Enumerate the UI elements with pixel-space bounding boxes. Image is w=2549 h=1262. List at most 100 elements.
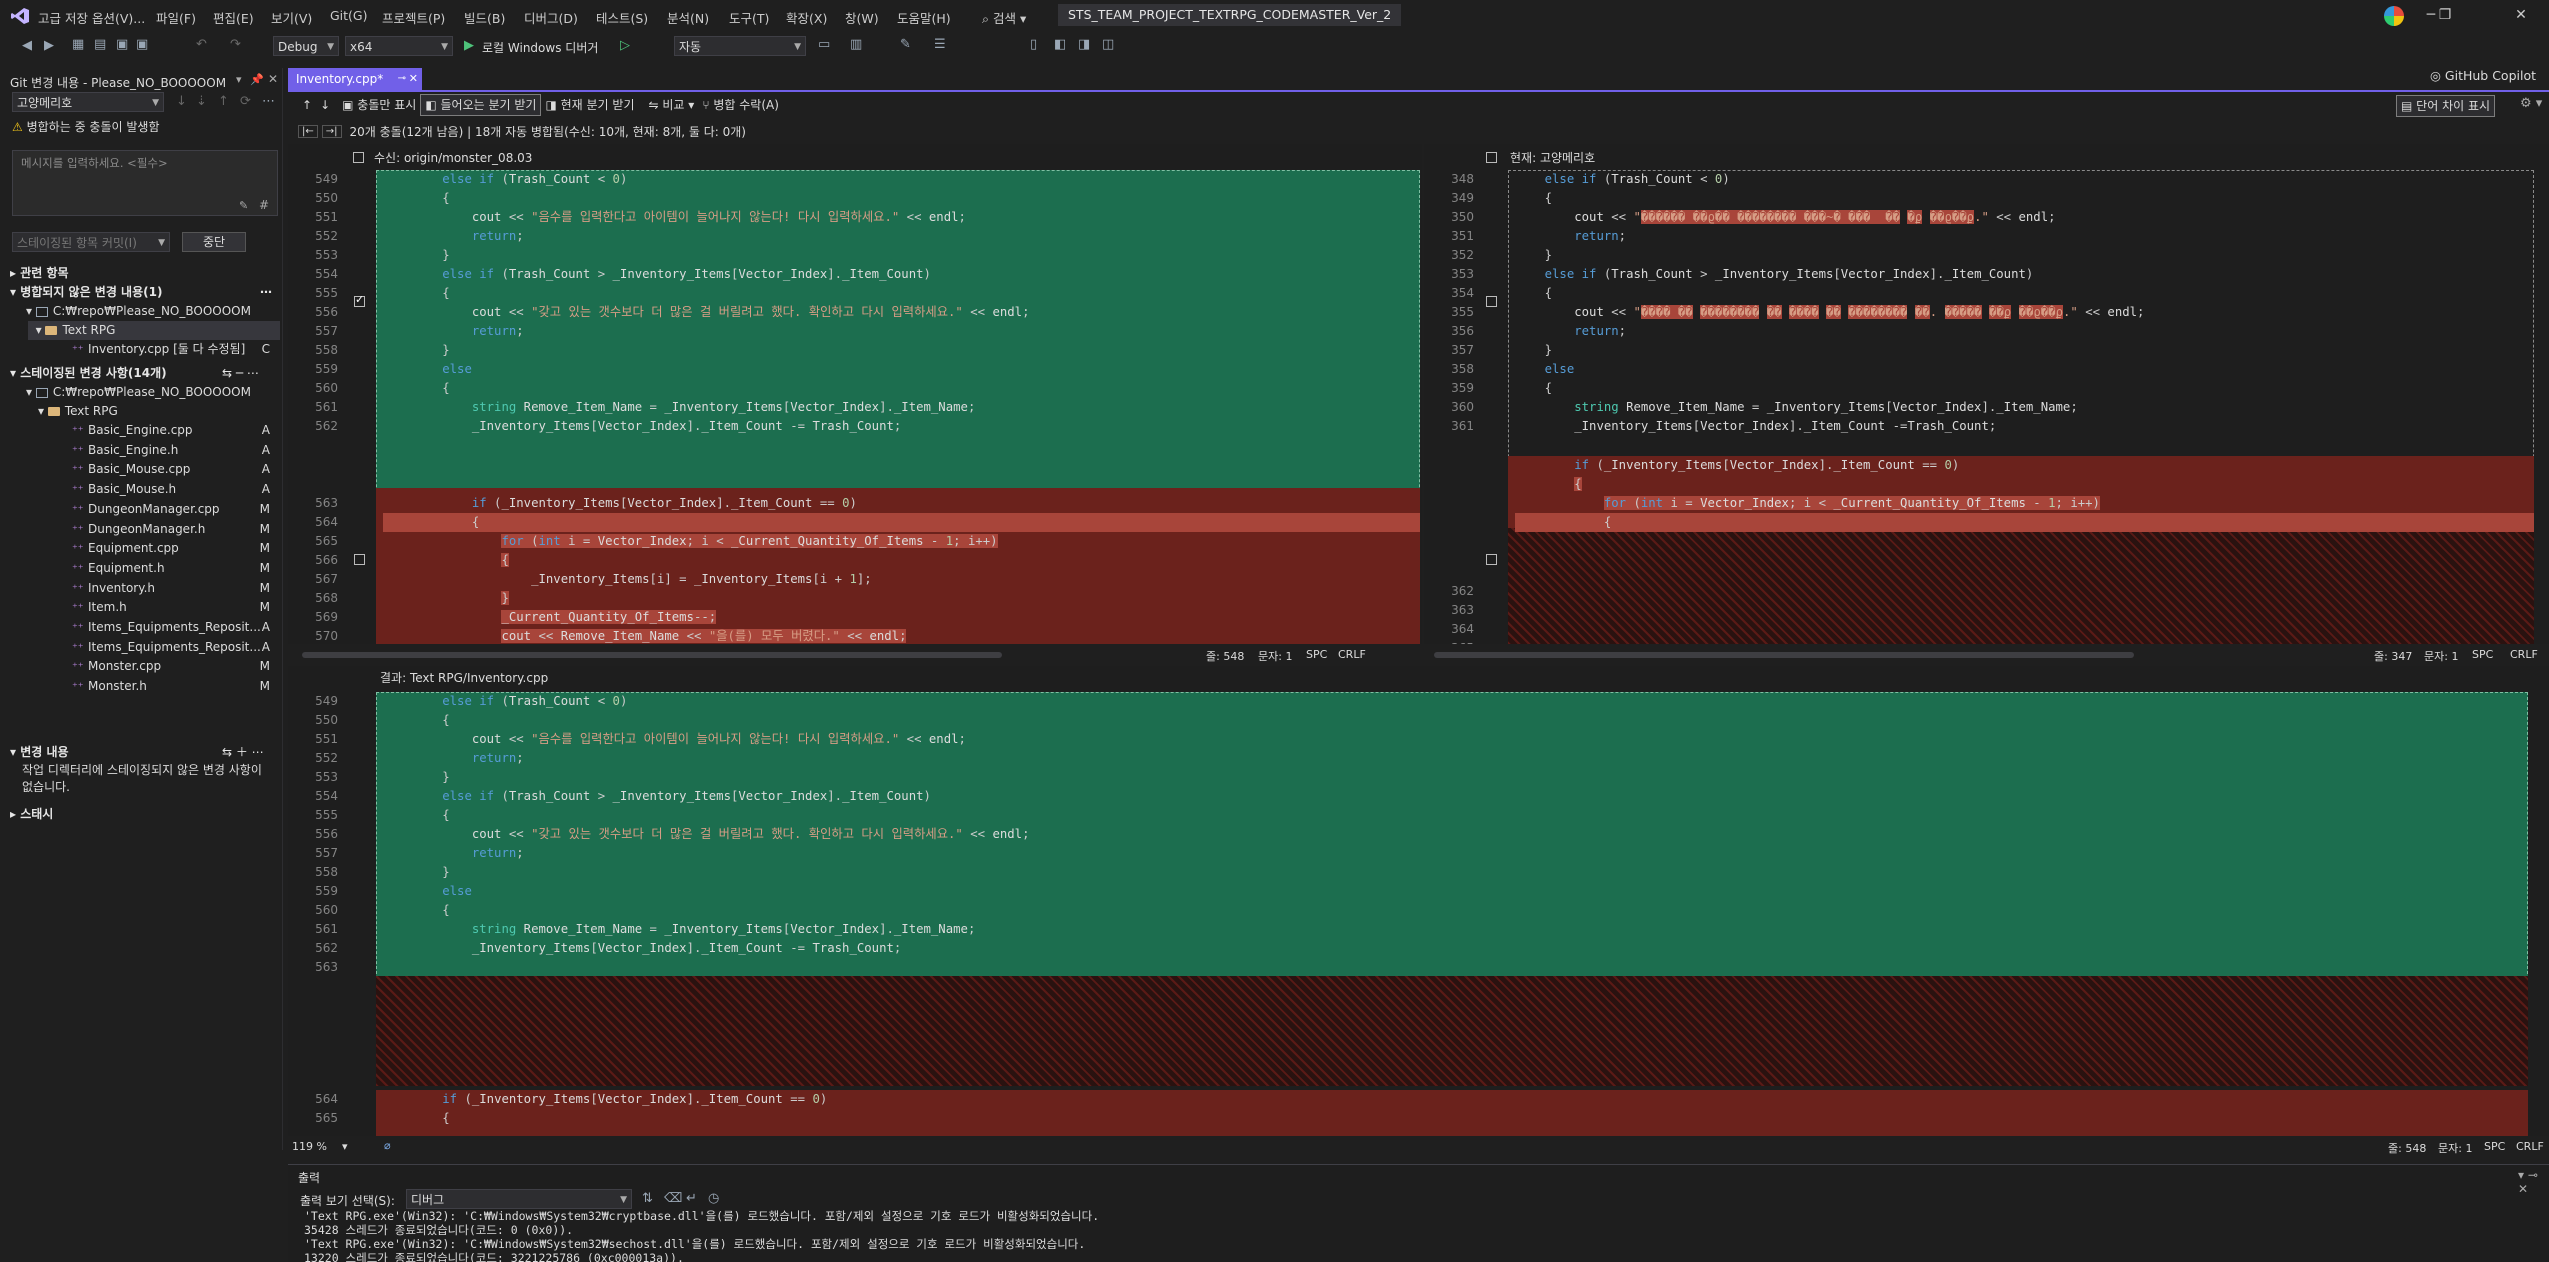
staged-file-item[interactable]: ⁺⁺ Basic_Mouse.cpp A <box>0 460 282 479</box>
commit-staged-button[interactable]: 스테이징된 항목 커밋(I) ▼ <box>12 232 170 252</box>
chevron-down-icon[interactable]: ▾ <box>342 1140 348 1153</box>
undo-icon[interactable]: ↶ <box>196 37 207 52</box>
staged-file-item[interactable]: ⁺⁺ DungeonManager.h M <box>0 520 282 539</box>
tab-inventory-cpp[interactable]: Inventory.cpp* ⊸ ✕ <box>288 68 422 90</box>
find-message-icon[interactable]: ⇅ <box>642 1191 653 1206</box>
navigate-forward-icon[interactable]: ▶ <box>44 38 54 53</box>
push-icon[interactable]: ↑ <box>218 94 229 109</box>
start-debug-icon[interactable]: ▶ <box>464 38 474 53</box>
menu-item-help[interactable]: 도움말(H) <box>897 8 951 27</box>
zoom-level[interactable]: 119 % <box>292 1140 327 1153</box>
show-word-diff-button[interactable]: ▤ 단어 차이 표시 <box>2396 95 2496 117</box>
panel-options-icon[interactable]: ▾ <box>236 73 242 86</box>
menu-item-debug[interactable]: 디버그(D) <box>524 8 578 27</box>
save-all-icon[interactable]: ▣ <box>136 37 148 52</box>
menu-item-tools[interactable]: 도구(T) <box>729 8 769 27</box>
menu-item-git[interactable]: Git(G) <box>330 8 368 23</box>
staged-file-item[interactable]: ⁺⁺ Inventory.h M <box>0 579 282 598</box>
staged-changes-section[interactable]: ▾ 스테이징된 변경 사항(14개) ⇆ ─ ⋯ <box>10 364 292 383</box>
menu-item-extensions[interactable]: 확장(X) <box>786 8 827 27</box>
pin-icon[interactable]: ⊸ <box>398 68 406 90</box>
result-whitespace-indicator[interactable]: SPC <box>2484 1140 2505 1153</box>
take-current-removed-checkbox[interactable] <box>1486 554 1497 565</box>
current-select-all-checkbox[interactable] <box>1486 152 1497 163</box>
previous-conflict-icon[interactable]: ↑ <box>298 95 316 115</box>
unmerged-file-item[interactable]: ⁺⁺ Inventory.cpp [둘 다 수정됨] C <box>0 340 282 359</box>
unmerged-changes-section[interactable]: ▾ 병합되지 않은 변경 내용(1) ⋯ <box>10 283 292 302</box>
staged-file-item[interactable]: ⁺⁺ Basic_Mouse.h A <box>0 480 282 499</box>
menu-item-edit[interactable]: 편집(E) <box>213 8 254 27</box>
menu-item-view[interactable]: 보기(V) <box>271 8 312 27</box>
maximize-icon[interactable]: ❐ <box>2432 4 2458 26</box>
close-panel-icon[interactable]: ✕ <box>268 72 278 86</box>
solution-explorer-icon[interactable]: ▥ <box>850 37 862 52</box>
incoming-select-all-checkbox[interactable] <box>353 152 364 163</box>
collapse-left-icon[interactable]: |← <box>298 124 318 138</box>
branch-select[interactable]: 고양메리호 ▼ <box>12 92 164 112</box>
new-project-icon[interactable]: ▦ <box>72 37 84 52</box>
settings-gear-icon[interactable]: ⚙ ▾ <box>2520 96 2542 111</box>
pull-icon[interactable]: ⇣ <box>196 94 207 109</box>
redo-icon[interactable]: ↷ <box>230 37 241 52</box>
more-options-icon[interactable]: ⋯ <box>262 94 275 109</box>
compare-button[interactable]: ⇋ 비교 ▾ <box>644 95 698 115</box>
result-eol-indicator[interactable]: CRLF <box>2516 1140 2544 1153</box>
current-horizontal-scrollbar[interactable] <box>1434 652 2134 658</box>
timestamp-icon[interactable]: ◷ <box>708 1191 719 1206</box>
health-icon[interactable]: ⌀ <box>384 1139 391 1152</box>
staged-file-item[interactable]: ⁺⁺ Equipment.h M <box>0 559 282 578</box>
stash-section[interactable]: ▸ 스태시 <box>10 805 292 824</box>
sync-icon[interactable]: ⟳ <box>240 94 251 109</box>
menu-item-project[interactable]: 프로젝트(P) <box>382 8 445 27</box>
incoming-whitespace-indicator[interactable]: SPC <box>1306 648 1327 661</box>
staged-repo-node[interactable]: ▾ C:₩repo₩Please_NO_BOOOOOM <box>26 383 308 402</box>
pin-icon[interactable]: 📌 <box>250 73 264 86</box>
hot-reload-icon[interactable]: ✎ <box>900 37 911 52</box>
take-incoming-conflict-checkbox[interactable] <box>354 293 365 307</box>
unstage-all-icon[interactable]: ⇆ ─ ⋯ <box>222 364 259 383</box>
current-whitespace-indicator[interactable]: SPC <box>2472 648 2493 661</box>
menu-item-build[interactable]: 빌드(B) <box>464 8 505 27</box>
more-options-icon[interactable]: ⋯ <box>260 283 272 302</box>
abort-merge-button[interactable]: 중단 <box>182 232 246 252</box>
staged-file-item[interactable]: ⁺⁺ Items_Equipments_Reposit... A <box>0 618 282 637</box>
unmerged-folder-node[interactable]: ▾ Text RPG <box>28 321 280 340</box>
changes-section[interactable]: ▾ 변경 내용 ⇆ ＋ ⋯ <box>10 743 292 762</box>
account-icon[interactable] <box>2384 6 2404 26</box>
menu-item-test[interactable]: 테스트(S) <box>596 8 648 27</box>
accept-merge-button[interactable]: ⑂ 병합 수락(A) <box>698 95 783 115</box>
staged-file-item[interactable]: ⁺⁺ Monster.h M <box>0 677 282 696</box>
staged-file-item[interactable]: ⁺⁺ Item.h M <box>0 598 282 617</box>
close-tab-icon[interactable]: ✕ <box>409 68 418 90</box>
take-current-button[interactable]: ◨ 현재 분기 받기 <box>541 95 638 115</box>
start-without-debug-icon[interactable]: ▷ <box>620 38 630 53</box>
menu-item-window[interactable]: 창(W) <box>845 8 879 27</box>
stage-all-icon[interactable]: ⇆ ＋ ⋯ <box>222 743 264 762</box>
staged-file-item[interactable]: ⁺⁺ DungeonManager.cpp M <box>0 500 282 519</box>
staged-file-item[interactable]: ⁺⁺ Monster.cpp M <box>0 657 282 676</box>
incoming-horizontal-scrollbar[interactable] <box>302 652 1002 658</box>
show-conflicts-only-button[interactable]: ▣ 충돌만 표시 <box>338 95 420 115</box>
clear-all-icon[interactable]: ⌫ <box>664 1191 682 1206</box>
hash-reference-icon[interactable]: # <box>259 198 269 212</box>
close-window-icon[interactable]: ✕ <box>2508 4 2534 26</box>
output-source-select[interactable]: 디버그 ▼ <box>406 1189 632 1209</box>
copilot-suggest-icon[interactable]: ✎ <box>239 199 248 212</box>
commit-message-input[interactable]: 메시지를 입력하세요. <필수> ✎ # <box>12 150 278 216</box>
next-conflict-icon[interactable]: ↓ <box>316 95 334 115</box>
menu-item-file[interactable]: 파일(F) <box>156 8 196 27</box>
fetch-icon[interactable]: ↓ <box>176 94 187 109</box>
staged-file-item[interactable]: ⁺⁺ Items_Equipments_Reposit... A <box>0 638 282 657</box>
take-incoming-button[interactable]: ◧ 들어오는 분기 받기 <box>420 94 542 116</box>
menu-item-advanced-save[interactable]: 고급 저장 옵션(V)... <box>38 8 145 27</box>
staged-file-item[interactable]: ⁺⁺ Basic_Engine.cpp A <box>0 421 282 440</box>
staged-file-item[interactable]: ⁺⁺ Equipment.cpp M <box>0 539 282 558</box>
panel-options-icon[interactable]: ▾ ⊸ ✕ <box>2518 1168 2549 1196</box>
incoming-eol-indicator[interactable]: CRLF <box>1338 648 1366 661</box>
folder-icon[interactable]: ▭ <box>818 37 830 52</box>
run-target-button[interactable]: 로컬 Windows 디버거 <box>482 39 598 56</box>
save-icon[interactable]: ▣ <box>116 37 128 52</box>
open-folder-icon[interactable]: ▤ <box>94 37 106 52</box>
take-current-conflict-checkbox[interactable] <box>1486 296 1497 307</box>
search-button[interactable]: ⌕ 검색 ▾ <box>982 8 1026 27</box>
